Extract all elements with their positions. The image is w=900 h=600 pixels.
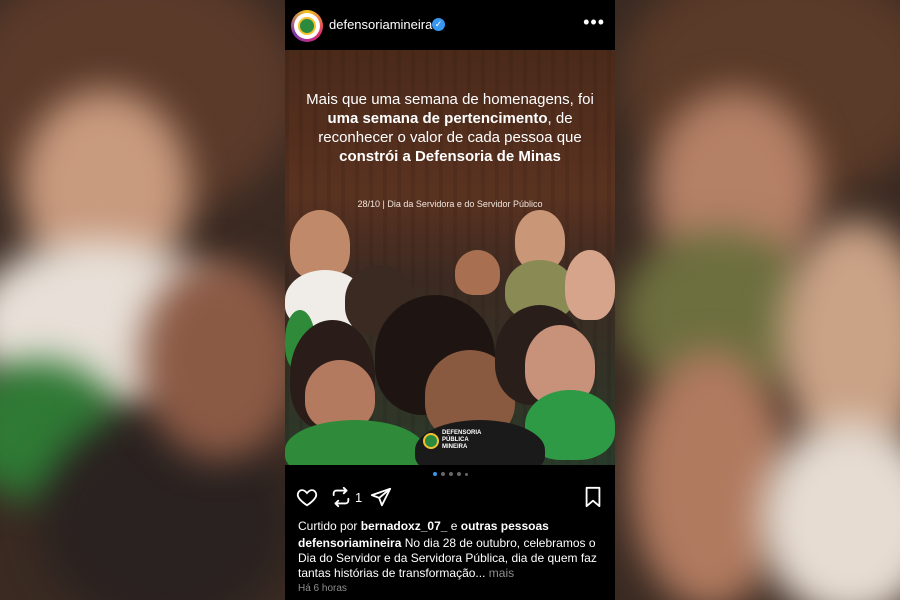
carousel-dot: [456, 472, 461, 476]
liked-by-others[interactable]: outras pessoas: [461, 519, 549, 533]
defensoria-logo: DEFENSORIA PÚBLICA MINEIRA: [423, 430, 481, 451]
action-bar: 1: [285, 486, 615, 510]
post-image[interactable]: Mais que uma semana de homenagens, foi u…: [285, 50, 615, 465]
post-header: defensoriamineira ✓ •••: [285, 0, 615, 50]
repost-icon[interactable]: [330, 486, 352, 508]
post-headline: Mais que uma semana de homenagens, foi u…: [306, 91, 594, 165]
post-subline: 28/10 | Dia da Servidora e do Servidor P…: [357, 199, 543, 209]
likes-summary: Curtido por bernadoxz_07_ e outras pesso…: [298, 519, 549, 533]
bookmark-icon[interactable]: [583, 486, 603, 508]
username[interactable]: defensoriamineira: [329, 17, 432, 32]
heart-icon[interactable]: [296, 486, 318, 508]
more-horizontal-icon[interactable]: •••: [583, 12, 605, 33]
avatar[interactable]: [291, 10, 323, 42]
person: [565, 250, 615, 320]
repost-count: 1: [355, 490, 363, 505]
instagram-post-card: defensoriamineira ✓ ••• Mais que uma sem…: [285, 0, 615, 600]
send-icon[interactable]: [370, 486, 392, 508]
carousel-indicator: [285, 472, 615, 476]
post-caption: defensoriamineira No dia 28 de outubro, …: [298, 536, 608, 581]
caption-author[interactable]: defensoriamineira: [298, 536, 401, 550]
carousel-dot: [432, 472, 437, 476]
verified-check-icon: ✓: [432, 18, 445, 31]
carousel-dot: [448, 472, 453, 476]
carousel-dot: [464, 472, 468, 476]
carousel-dot: [440, 472, 445, 476]
liked-by-user[interactable]: bernadoxz_07_: [361, 519, 448, 533]
caption-more-link[interactable]: mais: [485, 566, 514, 580]
defensoria-logo-icon: [423, 432, 439, 449]
post-timestamp: Há 6 horas: [298, 583, 347, 594]
defensoria-logo-icon: [298, 17, 316, 35]
person: [455, 250, 500, 295]
